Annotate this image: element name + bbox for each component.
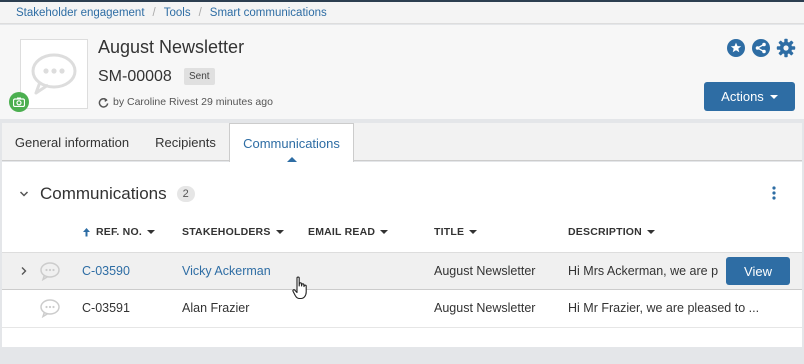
title-cell: August Newsletter [434,301,536,315]
record-meta: by Caroline Rivest 29 minutes ago [98,96,273,108]
chevron-down-icon[interactable] [18,188,30,200]
share-icon[interactable] [751,38,771,58]
breadcrumb-stakeholder-engagement[interactable]: Stakeholder engagement [16,7,145,19]
stakeholder-cell[interactable]: Alan Frazier [182,290,302,326]
column-header-label: DESCRIPTION [568,226,642,238]
column-header-label: STAKEHOLDERS [182,226,271,238]
table-row[interactable]: C-03590 Vicky Ackerman August Newsletter… [2,252,802,290]
breadcrumb-separator: / [198,6,202,19]
email-read-cell [308,290,418,326]
camera-icon[interactable] [9,92,29,112]
column-header-description[interactable]: DESCRIPTION [568,226,655,238]
ref-no-cell[interactable]: C-03591 [82,290,172,326]
tab-communications[interactable]: Communications [229,123,354,163]
column-header-stakeholders[interactable]: STAKEHOLDERS [182,226,284,238]
communications-panel: Communications 2 REF. NO. STAKEHOLDERS E… [2,162,802,347]
hand-cursor-icon [292,276,307,300]
breadcrumb: Stakeholder engagement / Tools / Smart c… [0,2,804,24]
caret-down-icon [469,230,478,234]
caret-down-icon [380,230,389,234]
actions-button[interactable]: Actions [704,82,795,111]
chat-bubble-icon [31,53,77,95]
tab-communications-label: Communications [243,135,340,151]
chevron-right-icon[interactable] [20,253,32,289]
breadcrumb-separator: / [152,6,156,19]
ref-no-link[interactable]: C-03590 [82,253,172,289]
record-meta-text: by Caroline Rivest 29 minutes ago [113,96,273,108]
column-header-label: REF. NO. [96,226,142,238]
caret-down-icon [146,230,155,234]
stakeholder-link[interactable]: Vicky Ackerman [182,253,302,289]
caret-down-icon [646,230,655,234]
column-header-label: TITLE [434,226,465,238]
column-header-email-read[interactable]: EMAIL READ [308,226,389,238]
star-icon[interactable] [726,38,746,58]
sort-up-icon [83,228,90,237]
column-header-label: EMAIL READ [308,226,376,238]
message-icon [39,253,63,289]
table-row[interactable]: C-03591 Alan Frazier August Newsletter H… [2,290,802,328]
email-read-cell [308,253,418,289]
breadcrumb-tools[interactable]: Tools [164,7,191,19]
status-badge: Sent [184,68,215,85]
actions-label: Actions [721,89,764,104]
record-code: SM-00008 [98,68,172,85]
tab-bar: General information Recipients Communica… [2,123,802,163]
section-title: Communications [40,184,167,203]
title-cell: August Newsletter [434,264,536,278]
column-header-title[interactable]: TITLE [434,226,478,238]
gear-icon[interactable] [776,38,796,58]
view-button[interactable]: View [726,257,790,285]
caret-down-icon [275,230,284,234]
caret-down-icon [769,94,778,99]
message-icon [39,290,63,326]
header-icons [726,38,796,58]
description-cell: Hi Mrs Ackerman, we are p [568,264,719,278]
description-cell: Hi Mr Frazier, we are pleased to ... [568,301,760,315]
record-avatar [20,39,88,109]
refresh-icon [98,97,109,108]
count-badge: 2 [176,186,195,202]
page-title: August Newsletter [98,37,245,57]
tab-recipients[interactable]: Recipients [142,123,229,161]
record-header: August Newsletter SM-00008 Sent by Carol… [0,25,804,119]
column-header-ref-no[interactable]: REF. NO. [82,226,155,238]
section-header: Communications 2 [18,184,195,204]
more-options-icon[interactable] [772,186,776,200]
tab-general-information[interactable]: General information [2,123,142,161]
breadcrumb-smart-communications[interactable]: Smart communications [210,7,327,19]
